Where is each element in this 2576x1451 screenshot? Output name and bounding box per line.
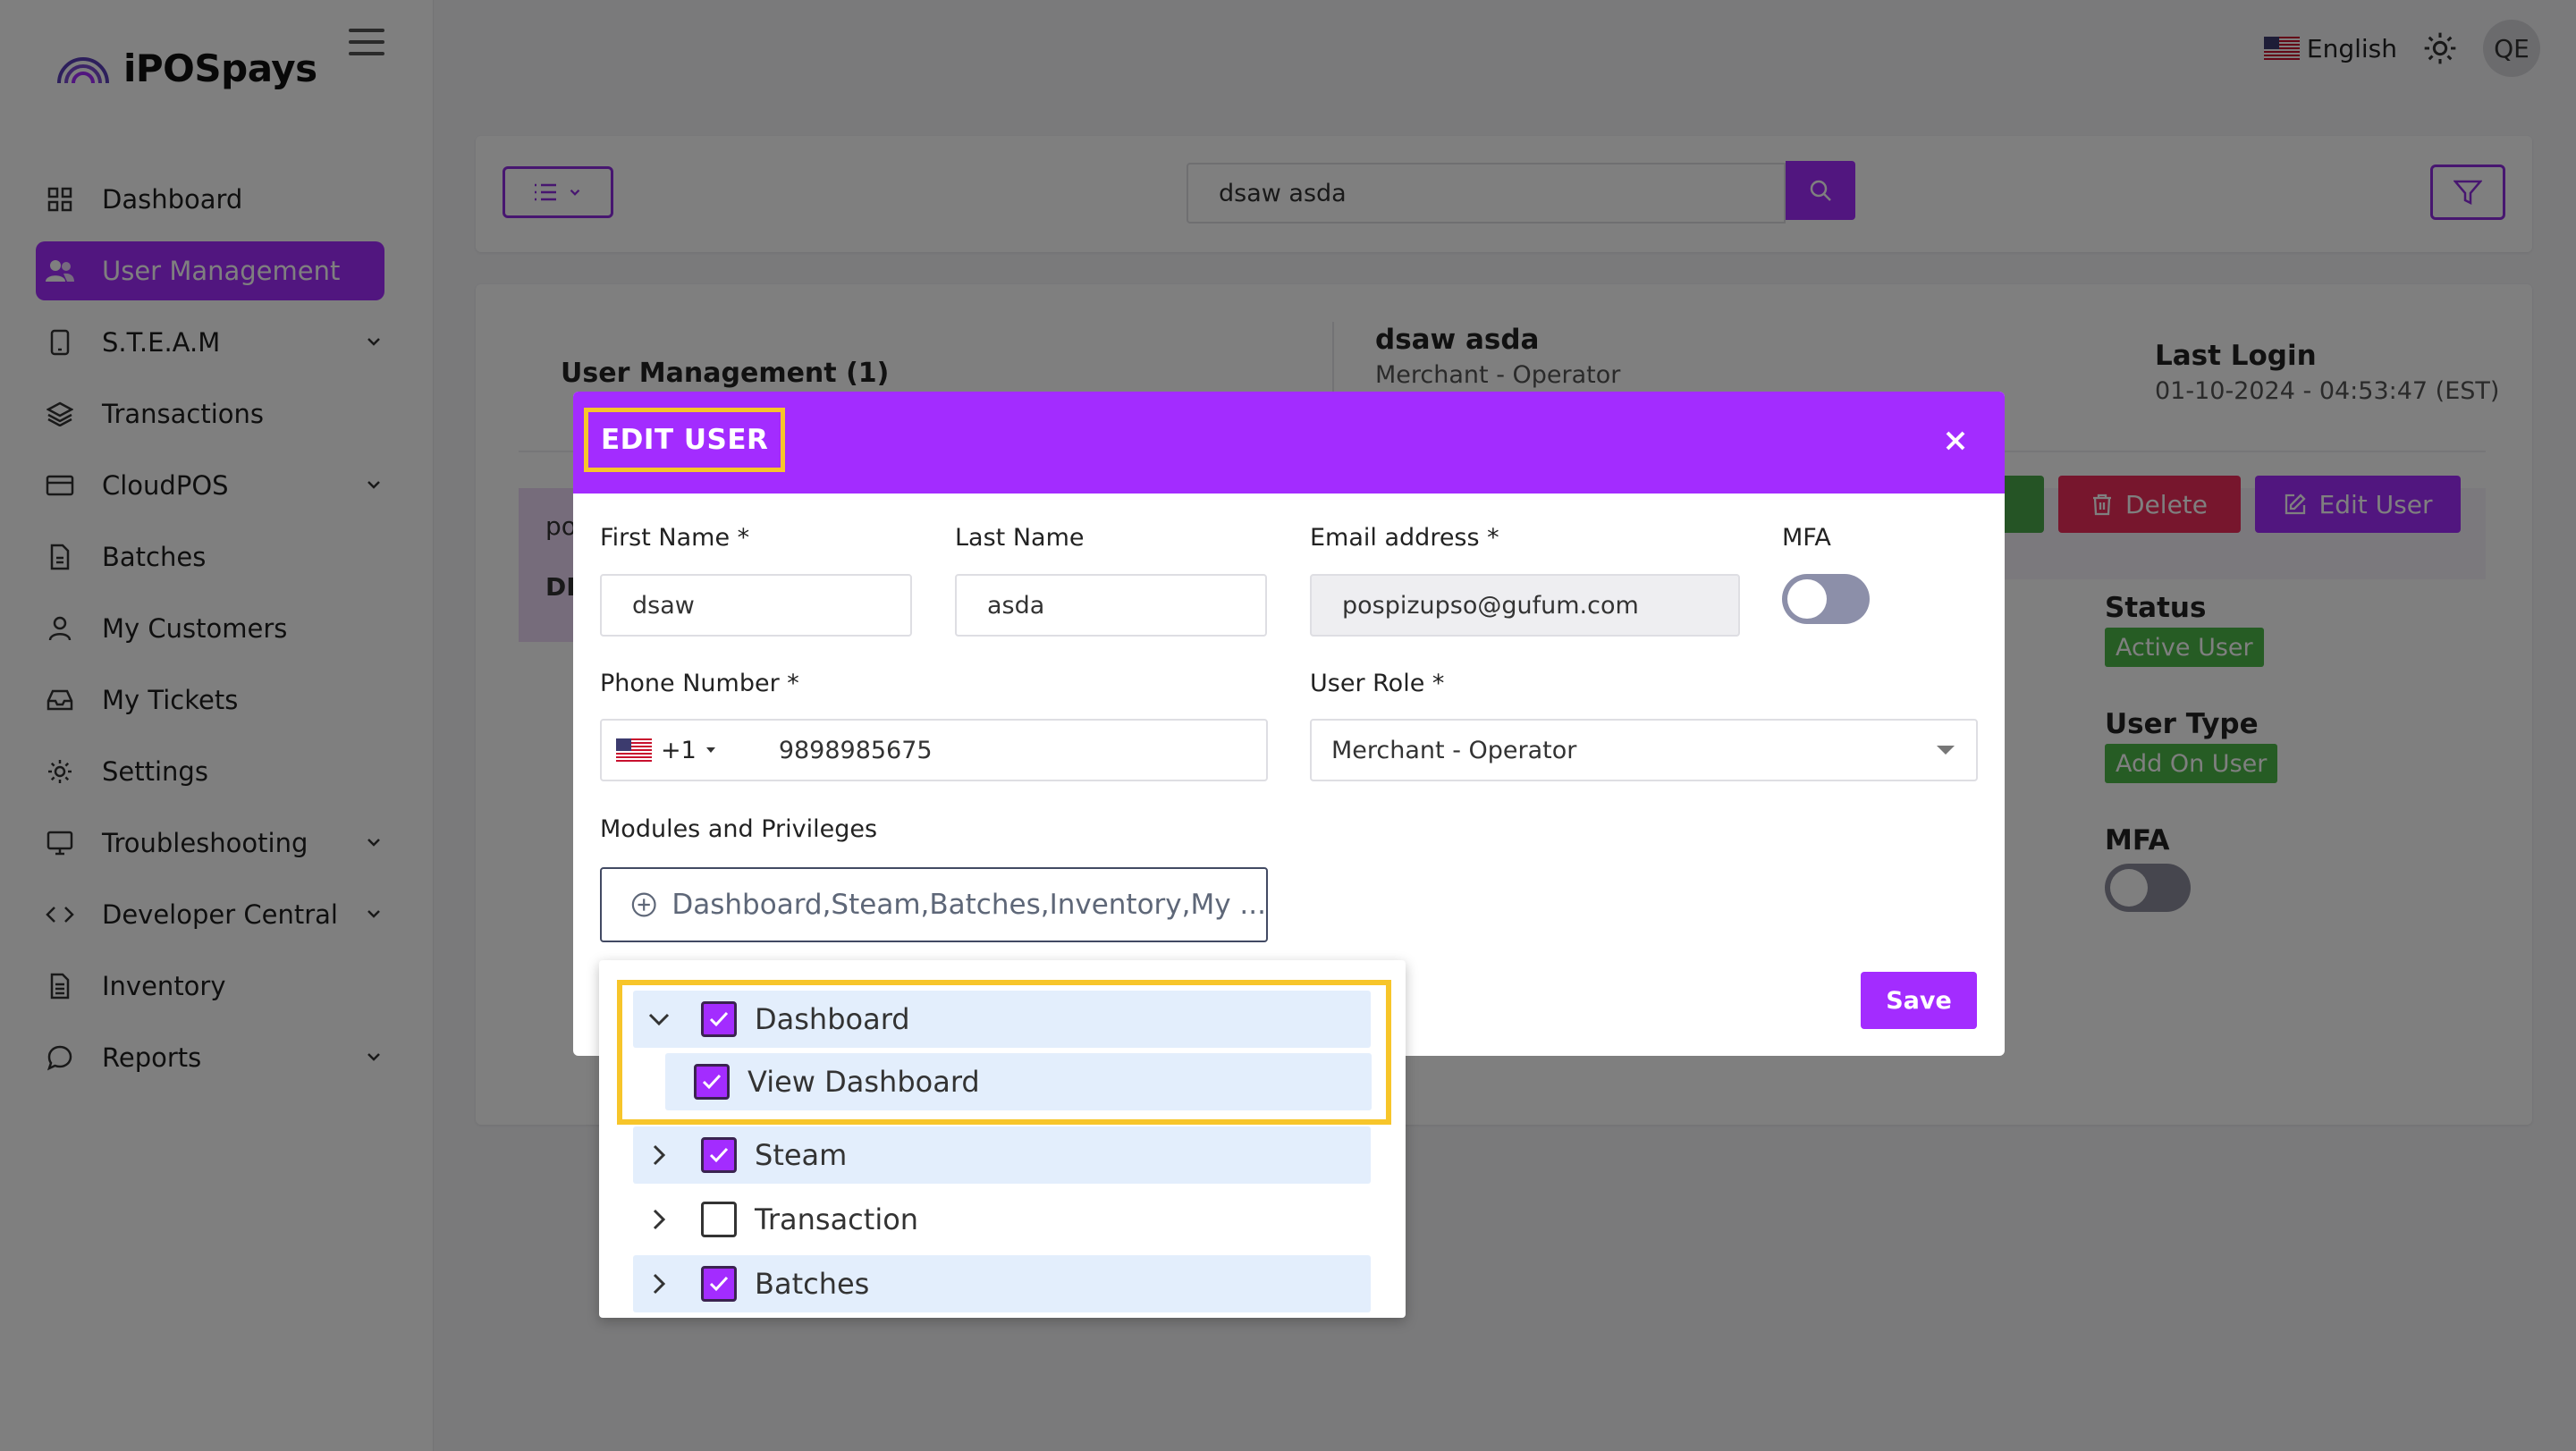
mfa-label: MFA — [1782, 524, 1831, 552]
tree-node-label: View Dashboard — [747, 1065, 980, 1099]
modules-privileges-select[interactable]: Dashboard,Steam,Batches,Inventory,My ... — [600, 867, 1268, 942]
chevron-right-icon[interactable] — [646, 1270, 672, 1297]
checkbox[interactable] — [694, 1064, 730, 1100]
chevron-right-icon[interactable] — [646, 1142, 672, 1168]
checkbox[interactable] — [701, 1266, 737, 1302]
check-icon — [709, 1011, 729, 1027]
checkbox[interactable] — [701, 1202, 737, 1237]
save-button[interactable]: Save — [1861, 972, 1977, 1029]
last-name-label: Last Name — [955, 524, 1085, 552]
chevron-right-icon[interactable] — [646, 1206, 672, 1233]
tree-node-label: Transaction — [755, 1202, 919, 1236]
modules-tree-dropdown: Dashboard View Dashboard Steam Transacti… — [599, 960, 1406, 1318]
phone-label: Phone Number * — [600, 670, 799, 697]
modules-value: Dashboard,Steam,Batches,Inventory,My ... — [671, 889, 1266, 921]
tree-node-transaction[interactable]: Transaction — [633, 1191, 1371, 1248]
last-name-field[interactable]: asda — [955, 574, 1267, 637]
chevron-down-icon — [1937, 746, 1955, 755]
plus-circle-icon — [631, 892, 656, 917]
mfa-toggle[interactable] — [1782, 574, 1870, 624]
user-role-select[interactable]: Merchant - Operator — [1310, 719, 1978, 781]
email-field: pospizupso@gufum.com — [1310, 574, 1740, 637]
check-icon — [702, 1074, 722, 1090]
caret-down-icon — [705, 747, 715, 753]
us-flag-icon — [616, 738, 652, 762]
checkbox[interactable] — [701, 1001, 737, 1037]
tree-node-label: Batches — [755, 1267, 870, 1301]
email-label: Email address * — [1310, 524, 1499, 552]
first-name-label: First Name * — [600, 524, 750, 552]
user-role-label: User Role * — [1310, 670, 1445, 697]
edit-user-modal: EDIT USER First Name * dsaw Last Name as… — [573, 392, 2005, 1056]
country-code-selector[interactable]: +1 — [616, 737, 716, 764]
tree-node-batches[interactable]: Batches — [633, 1255, 1371, 1312]
tree-node-label: Dashboard — [755, 1002, 910, 1036]
phone-field[interactable]: +1 9898985675 — [600, 719, 1268, 781]
check-icon — [709, 1276, 729, 1292]
checkbox[interactable] — [701, 1137, 737, 1173]
chevron-down-icon[interactable] — [646, 1006, 672, 1033]
check-icon — [709, 1147, 729, 1163]
modules-label: Modules and Privileges — [600, 815, 878, 843]
modal-header: EDIT USER — [573, 392, 2005, 494]
tree-node-dashboard[interactable]: Dashboard — [633, 991, 1371, 1048]
user-role-value: Merchant - Operator — [1331, 736, 1577, 764]
close-icon[interactable] — [1942, 427, 1969, 454]
country-code: +1 — [661, 736, 697, 764]
tree-node-label: Steam — [755, 1138, 848, 1172]
tree-node-steam[interactable]: Steam — [633, 1126, 1371, 1184]
tree-node-view-dashboard[interactable]: View Dashboard — [665, 1053, 1372, 1110]
phone-number-value: 9898985675 — [778, 736, 933, 764]
modal-title: EDIT USER — [584, 408, 786, 472]
first-name-field[interactable]: dsaw — [600, 574, 912, 637]
